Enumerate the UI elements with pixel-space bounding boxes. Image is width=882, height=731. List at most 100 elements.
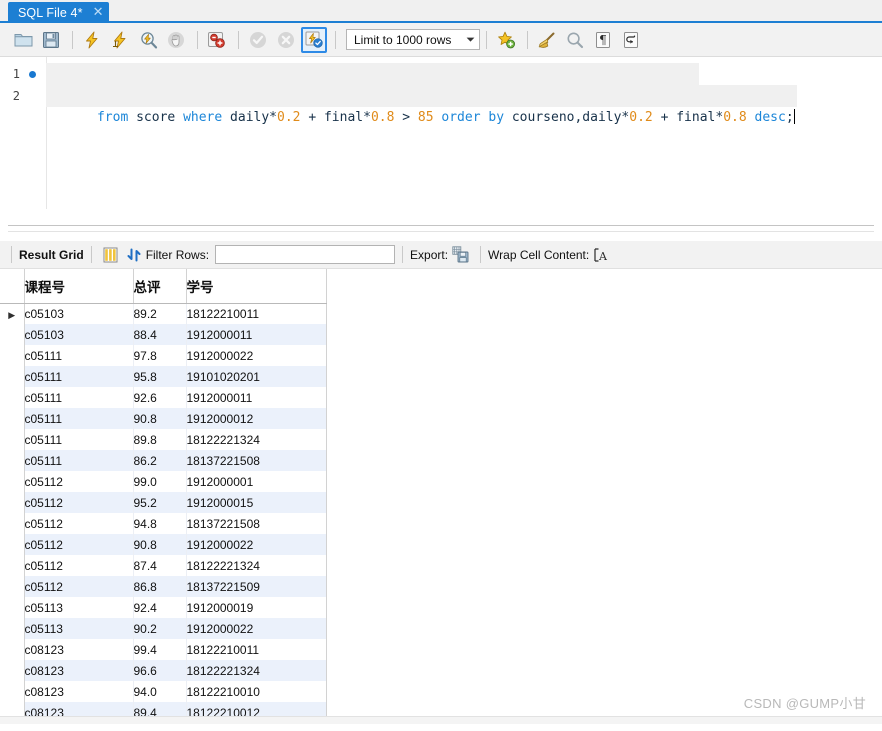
cell-total-score[interactable]: 90.8 [133, 408, 187, 429]
find-button[interactable] [562, 27, 588, 53]
cell-course-no[interactable]: c05113 [24, 618, 134, 639]
cell-course-no[interactable]: c05112 [24, 513, 134, 534]
row-marker-cell[interactable] [0, 450, 25, 471]
cell-total-score[interactable]: 97.8 [133, 345, 187, 366]
cell-total-score[interactable]: 86.8 [133, 576, 187, 597]
cell-course-no[interactable]: c05111 [24, 366, 134, 387]
row-marker-cell[interactable] [0, 681, 25, 702]
cell-student-no[interactable]: 18122221324 [186, 555, 327, 576]
table-row[interactable]: c08123 96.6 18122221324 [0, 660, 327, 681]
cell-total-score[interactable]: 92.6 [133, 387, 187, 408]
code-line-2[interactable]: from score where daily*0.2 + final*0.8 >… [46, 85, 797, 125]
table-row[interactable]: c05111 92.6 1912000011 [0, 387, 327, 408]
stop-statement-button[interactable] [163, 27, 189, 53]
cell-total-score[interactable]: 99.0 [133, 471, 187, 492]
cell-total-score[interactable]: 99.4 [133, 639, 187, 660]
row-marker-cell[interactable] [0, 408, 25, 429]
filter-rows-input[interactable] [215, 245, 396, 264]
row-marker-cell[interactable] [0, 324, 25, 345]
row-marker-cell[interactable] [0, 492, 25, 513]
cell-student-no[interactable]: 1912000022 [186, 618, 327, 639]
cell-course-no[interactable]: c08123 [24, 639, 134, 660]
row-marker-cell[interactable] [0, 576, 25, 597]
cell-course-no[interactable]: c05112 [24, 555, 134, 576]
cell-course-no[interactable]: c05112 [24, 471, 134, 492]
rollback-button[interactable] [273, 27, 299, 53]
row-marker-cell[interactable] [0, 660, 25, 681]
column-header-0[interactable]: 课程号 [24, 269, 134, 304]
table-row[interactable]: ▶ c05103 89.2 18122210011 [0, 303, 327, 324]
cell-course-no[interactable]: c05113 [24, 597, 134, 618]
cell-student-no[interactable]: 19101020201 [186, 366, 327, 387]
cell-total-score[interactable]: 95.2 [133, 492, 187, 513]
row-marker-cell[interactable] [0, 471, 25, 492]
cell-course-no[interactable]: c05111 [24, 429, 134, 450]
row-marker-cell[interactable] [0, 618, 25, 639]
row-marker-cell[interactable] [0, 387, 25, 408]
table-row[interactable]: c05112 95.2 1912000015 [0, 492, 327, 513]
table-row[interactable]: c05103 88.4 1912000011 [0, 324, 327, 345]
row-marker-cell[interactable] [0, 429, 25, 450]
table-row[interactable]: c05112 99.0 1912000001 [0, 471, 327, 492]
sql-file-tab[interactable]: SQL File 4* ✕ [8, 2, 110, 23]
cell-course-no[interactable]: c05103 [24, 324, 134, 345]
column-header-1[interactable]: 总评 [133, 269, 187, 304]
table-row[interactable]: c05113 90.2 1912000022 [0, 618, 327, 639]
toggle-word-wrap-button[interactable] [618, 27, 644, 53]
cell-course-no[interactable]: c08123 [24, 681, 134, 702]
editor-code-area[interactable]: select courseno as '课程号',daily*0.2 + fin… [46, 57, 882, 209]
cell-student-no[interactable]: 1912000001 [186, 471, 327, 492]
table-row[interactable]: c05112 86.8 18137221509 [0, 576, 327, 597]
toggle-invisible-characters-button[interactable]: ¶ [590, 27, 616, 53]
execute-current-statement-button[interactable] [107, 27, 133, 53]
cell-total-score[interactable]: 89.8 [133, 429, 187, 450]
cell-student-no[interactable]: 1912000012 [186, 408, 327, 429]
cell-student-no[interactable]: 18122210011 [186, 303, 327, 324]
cell-course-no[interactable]: c05111 [24, 345, 134, 366]
row-marker-cell[interactable] [0, 345, 25, 366]
cell-total-score[interactable]: 87.4 [133, 555, 187, 576]
grid-columns-icon[interactable] [103, 247, 118, 263]
horizontal-scrollbar[interactable] [0, 716, 882, 724]
cell-course-no[interactable]: c05112 [24, 576, 134, 597]
table-row[interactable]: c05113 92.4 1912000019 [0, 597, 327, 618]
cell-total-score[interactable]: 95.8 [133, 366, 187, 387]
clear-query-button[interactable] [534, 27, 560, 53]
cell-course-no[interactable]: c05111 [24, 408, 134, 429]
wrap-text-icon[interactable]: A [593, 247, 609, 263]
refresh-arrows-icon[interactable] [126, 247, 142, 263]
cell-student-no[interactable]: 18137221508 [186, 513, 327, 534]
sql-editor[interactable]: 1 2 select courseno as '课程号',daily*0.2 +… [0, 57, 882, 209]
row-marker-cell[interactable] [0, 639, 25, 660]
cell-total-score[interactable]: 96.6 [133, 660, 187, 681]
cell-student-no[interactable]: 1912000022 [186, 345, 327, 366]
cell-total-score[interactable]: 86.2 [133, 450, 187, 471]
cell-student-no[interactable]: 18122210011 [186, 639, 327, 660]
cell-course-no[interactable]: c05112 [24, 492, 134, 513]
toggle-autocommit-button[interactable] [301, 26, 327, 53]
commit-button[interactable] [245, 27, 271, 53]
close-icon[interactable]: ✕ [93, 6, 104, 19]
row-marker-cell[interactable] [0, 366, 25, 387]
cell-total-score[interactable]: 94.0 [133, 681, 187, 702]
chevron-down-icon[interactable] [461, 30, 479, 49]
row-marker-cell[interactable] [0, 534, 25, 555]
row-marker-cell[interactable] [0, 513, 25, 534]
table-row[interactable]: c05112 94.8 18137221508 [0, 513, 327, 534]
result-grid[interactable]: 课程号 总评 学号 ▶ c05103 89.2 18122210011 c05103 88… [0, 269, 882, 724]
cell-course-no[interactable]: c05111 [24, 450, 134, 471]
limit-rows-select[interactable]: Limit to 1000 rows [346, 29, 481, 50]
table-row[interactable]: c05111 86.2 18137221508 [0, 450, 327, 471]
row-marker-cell[interactable] [0, 555, 25, 576]
export-save-icon[interactable] [452, 246, 469, 263]
table-row[interactable]: c05112 87.4 18122221324 [0, 555, 327, 576]
cell-total-score[interactable]: 90.2 [133, 618, 187, 639]
cell-student-no[interactable]: 1912000019 [186, 597, 327, 618]
cell-student-no[interactable]: 18137221509 [186, 576, 327, 597]
save-sql-script-button[interactable] [38, 27, 64, 53]
column-header-2[interactable]: 学号 [186, 269, 327, 304]
open-sql-script-button[interactable] [10, 27, 36, 53]
table-row[interactable]: c08123 94.0 18122210010 [0, 681, 327, 702]
cell-course-no[interactable]: c05103 [24, 303, 134, 324]
cell-course-no[interactable]: c05111 [24, 387, 134, 408]
